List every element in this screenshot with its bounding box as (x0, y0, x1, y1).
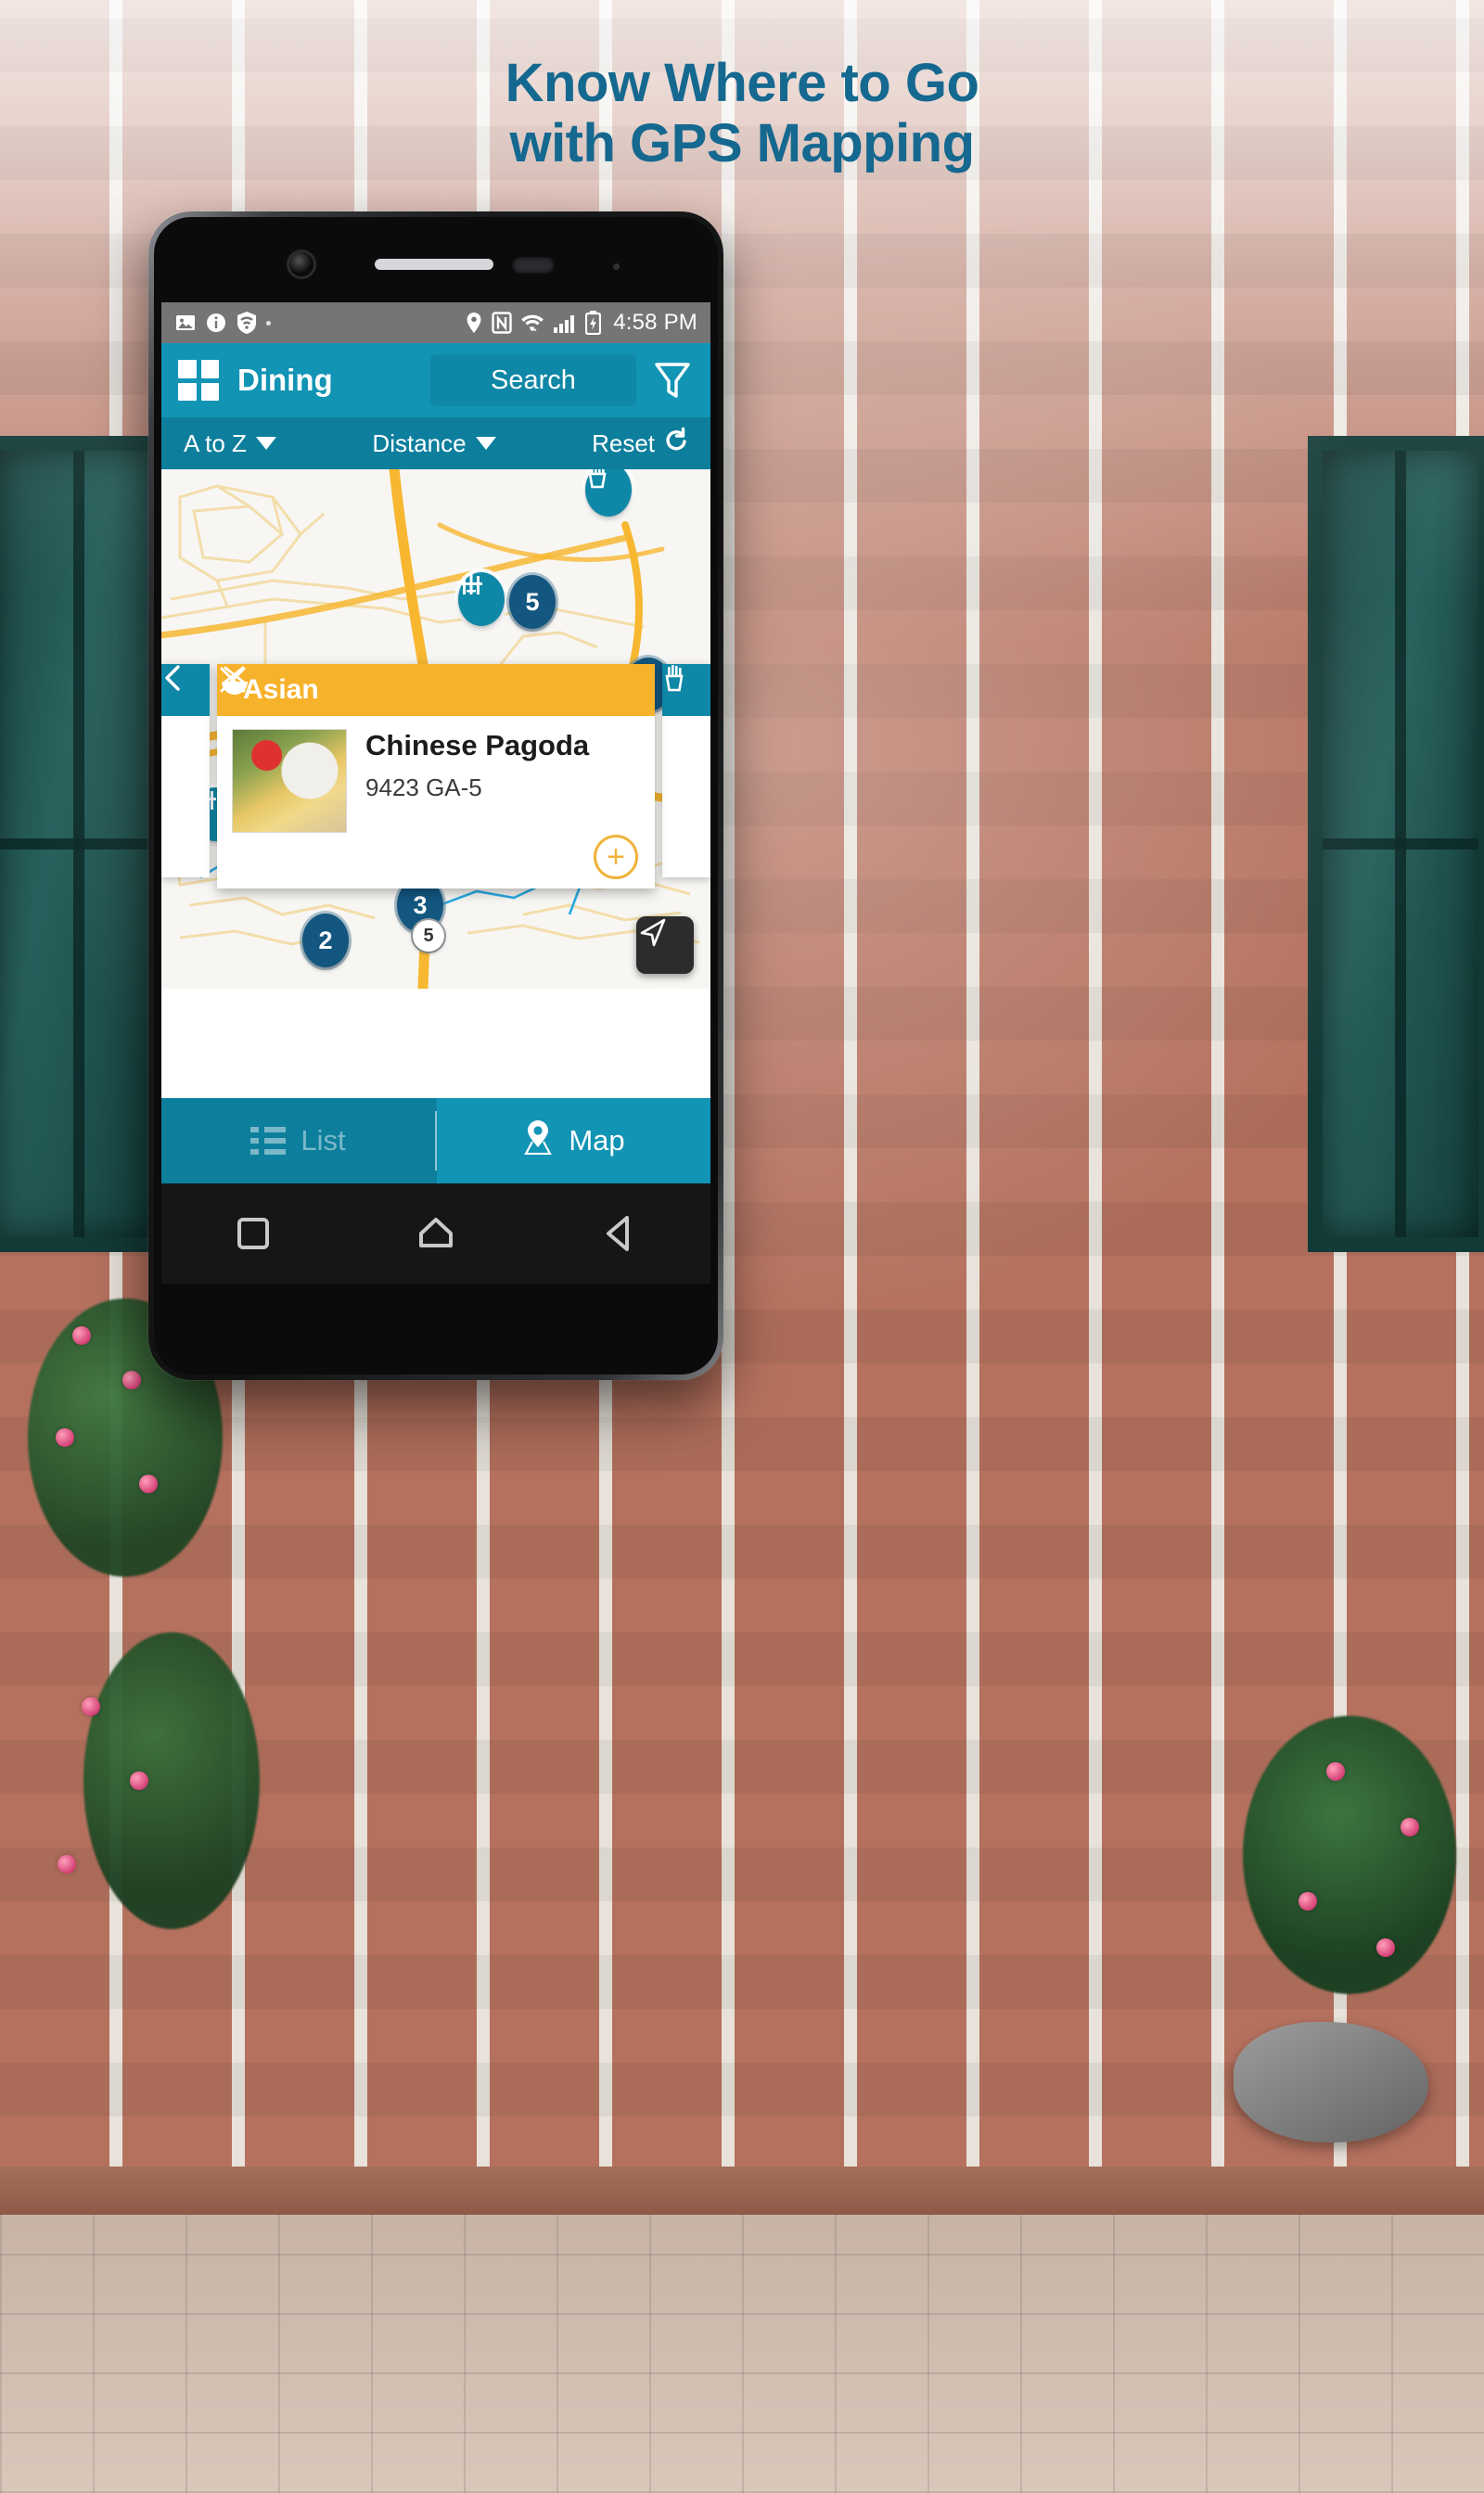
previous-place-card[interactable] (161, 664, 210, 877)
refresh-icon (664, 427, 688, 461)
place-thumbnail (232, 729, 347, 833)
battery-charging-icon (585, 311, 602, 335)
android-status-bar: 4:58 PM (161, 302, 710, 343)
funnel-icon[interactable] (651, 359, 694, 402)
tab-list-label: List (301, 1124, 346, 1157)
cluster-pin[interactable]: 2 (302, 914, 349, 967)
wifi-shield-icon (236, 311, 258, 335)
reset-button[interactable]: Reset (592, 427, 688, 461)
phone-top-hardware (161, 217, 710, 302)
android-nav-bar (161, 1183, 710, 1284)
sort-alpha-label: A to Z (184, 428, 247, 457)
place-card-header: Asian (217, 664, 655, 716)
signal-icon (553, 312, 577, 334)
square-icon[interactable] (228, 1208, 278, 1259)
dot-icon (266, 320, 271, 326)
place-name: Chinese Pagoda (365, 729, 590, 761)
place-address: 9423 GA-5 (365, 773, 482, 801)
map-pin-icon (522, 1119, 554, 1162)
location-icon (465, 312, 483, 334)
chevron-left-icon (161, 664, 210, 716)
tab-map[interactable]: Map (437, 1098, 710, 1183)
back-triangle-icon[interactable] (594, 1208, 644, 1259)
wifi-icon (520, 312, 544, 334)
grid-icon[interactable] (178, 360, 219, 401)
place-info-card[interactable]: Asian Chinese Pagoda 9423 GA-5 + (217, 664, 655, 889)
cluster-pin-small[interactable]: 5 (413, 920, 444, 952)
plus-icon[interactable]: + (594, 835, 638, 879)
proximity-sensor (512, 257, 555, 274)
headline-line-2: with GPS Mapping (509, 112, 975, 173)
list-icon (250, 1127, 287, 1155)
app-bar: Dining Search (161, 343, 710, 417)
place-card-carousel[interactable]: Asian Chinese Pagoda 9423 GA-5 + (161, 664, 710, 903)
reset-label: Reset (592, 428, 655, 457)
sort-distance-dropdown[interactable]: Distance (372, 428, 496, 458)
tab-map-label: Map (569, 1124, 625, 1157)
sort-alpha-dropdown[interactable]: A to Z (184, 429, 276, 458)
info-icon (205, 312, 227, 334)
tab-list[interactable]: List (161, 1098, 435, 1183)
curb (0, 2167, 1484, 2215)
chevron-down-icon (255, 437, 276, 450)
chevron-down-icon (475, 437, 496, 450)
home-icon[interactable] (411, 1208, 461, 1259)
status-time: 4:58 PM (613, 310, 697, 335)
nfc-icon (492, 312, 512, 334)
promo-headline: Know Where to Go with GPS Mapping (0, 53, 1484, 174)
light-sensor (613, 263, 620, 270)
status-right-icons: 4:58 PM (465, 310, 697, 336)
next-place-card[interactable] (662, 664, 710, 877)
cluster-pin[interactable]: 5 (509, 575, 556, 629)
sort-distance-label: Distance (372, 428, 467, 457)
sidewalk (0, 2215, 1484, 2493)
search-button[interactable]: Search (430, 354, 636, 406)
map-view[interactable]: Tom Murphy Fwy Arp Rd Douglas Blvd 20 (161, 469, 710, 989)
place-category-label: Asian (243, 674, 319, 705)
place-card-body: Chinese Pagoda 9423 GA-5 + (217, 716, 655, 889)
sort-filter-bar: A to Z Distance Reset (161, 417, 710, 469)
status-left-icons (174, 311, 271, 335)
phone-screen: 4:58 PM Dining Search A to Z Distance Re… (161, 302, 710, 1183)
earpiece-speaker (375, 259, 493, 270)
phone-mockup: 4:58 PM Dining Search A to Z Distance Re… (148, 211, 723, 1380)
fries-icon (662, 664, 710, 716)
decorative-rock (1234, 2022, 1428, 2142)
headline-line-1: Know Where to Go (505, 53, 979, 113)
place-details: Chinese Pagoda 9423 GA-5 (365, 729, 589, 889)
phone-bezel: 4:58 PM Dining Search A to Z Distance Re… (154, 217, 718, 1374)
front-camera-icon (289, 252, 313, 276)
bottom-tab-bar: List Map (161, 1098, 710, 1183)
category-pin-table-chairs[interactable] (458, 572, 505, 626)
navigation-arrow-icon[interactable] (636, 916, 694, 974)
page-title: Dining (237, 363, 333, 397)
image-icon (174, 312, 197, 334)
